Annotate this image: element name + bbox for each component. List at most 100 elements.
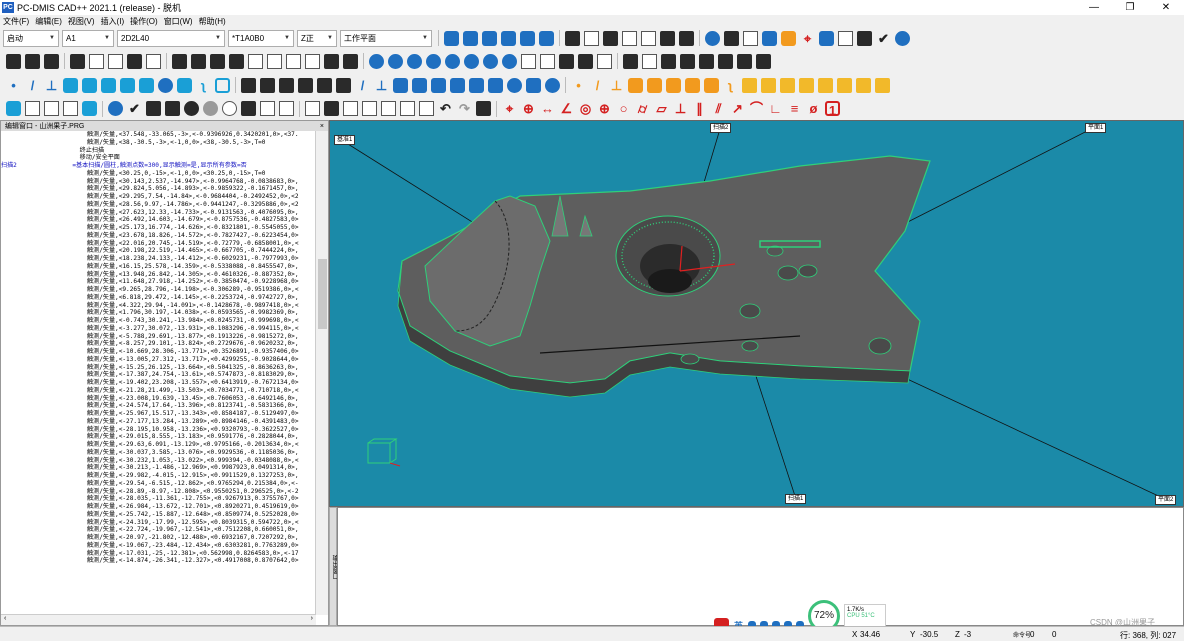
perpendicularity-icon[interactable]: ⊥ <box>673 101 688 116</box>
program-listing[interactable]: 触测/矢量,<37.548,-33.065,-3>,<-0.9396926,0.… <box>1 131 316 615</box>
crosshair-icon[interactable]: ⌖ <box>800 31 815 46</box>
program-line[interactable]: 触测/矢量,<23.678,18.826,-14.572>,<-0.782742… <box>1 232 316 240</box>
horizontal-scrollbar[interactable]: ‹ › <box>1 614 316 625</box>
layer-icon[interactable] <box>597 53 612 69</box>
marker-off-icon[interactable] <box>165 101 180 116</box>
cylinder-yellow-icon[interactable] <box>742 77 757 93</box>
rotate-view-icon[interactable] <box>565 30 580 46</box>
coaxiality-icon[interactable]: ⊕ <box>597 101 612 116</box>
feature-label-scan2[interactable]: 扫描2 <box>710 123 732 133</box>
scroll-right-button[interactable]: › <box>311 615 313 625</box>
breakpoint-icon[interactable] <box>241 101 256 116</box>
concentricity-icon[interactable]: ◎ <box>578 101 593 116</box>
program-line[interactable]: 扫描2 =基本扫描/圆柱,触测点数=300,显示触测=是,显示所有参数=否 <box>1 162 316 170</box>
fit-view-icon[interactable] <box>622 30 637 46</box>
feature-label-plane2[interactable]: 平面2 <box>1155 495 1177 505</box>
program-line[interactable]: 触测/矢量,<6.818,29.472,-14.145>,<-0.2253724… <box>1 294 316 302</box>
output-window-tab[interactable]: 输出窗口 <box>329 507 337 626</box>
total-runout-icon[interactable]: ⫽ <box>711 101 726 116</box>
rectangle-icon[interactable] <box>642 53 657 69</box>
nodes-icon[interactable] <box>279 77 294 93</box>
program-line[interactable]: 触测/矢量,<11.648,27.918,-14.252>,<-0.385047… <box>1 278 316 286</box>
program-line[interactable]: 触测/矢量,<16.15,25.578,-14.359>,<-0.5338088… <box>1 263 316 271</box>
sphere-feature-icon[interactable] <box>464 53 479 69</box>
panel-orange-icon[interactable] <box>666 77 681 93</box>
program-line[interactable]: 移动/安全平面 <box>1 154 316 162</box>
undo-arrow-icon[interactable]: ↶ <box>438 101 453 116</box>
program-line[interactable]: 触测/矢量,<-21.28,21.499,-13.503>,<0.7034771… <box>1 387 316 395</box>
program-line[interactable]: 终止扫描 <box>1 147 316 155</box>
search-box-3-icon[interactable] <box>63 101 78 116</box>
menu-operation[interactable]: 操作(O) <box>127 16 161 27</box>
cylinder-icon[interactable] <box>120 77 135 93</box>
search-box-icon[interactable] <box>25 101 40 116</box>
flow-icon[interactable] <box>317 77 332 93</box>
align-icon[interactable] <box>108 53 123 69</box>
perp-orange-icon[interactable]: ⊥ <box>609 78 624 93</box>
program-line[interactable]: 触测/矢量,<-24.574,17.64,-13.396>,<0.8123741… <box>1 402 316 410</box>
program-line[interactable]: 触测/矢量,<-17.387,24.754,-13.61>,<0.5747873… <box>1 371 316 379</box>
program-line[interactable]: 触测/矢量,<-13.005,27.312,-13.717>,<0.429925… <box>1 356 316 364</box>
program-line[interactable]: 触测/矢量,<-29.982,-4.015,-12.915>,<0.991152… <box>1 472 316 480</box>
filter-icon[interactable] <box>856 77 871 93</box>
person-icon[interactable] <box>336 77 351 93</box>
circularity-icon[interactable]: ○ <box>616 101 631 116</box>
true-position-icon[interactable]: ⊕ <box>521 101 536 116</box>
distance-icon[interactable]: ↔ <box>540 101 555 116</box>
program-line[interactable]: 触测/矢量,<-22.724,-19.967,-12.541>,<0.75122… <box>1 526 316 534</box>
program-line[interactable]: 触测/矢量,<29.824,5.056,-14.893>,<-0.9859322… <box>1 185 316 193</box>
program-line[interactable]: 触测/矢量,<25.173,16.774,-14.626>,<-0.832180… <box>1 224 316 232</box>
play-icon[interactable] <box>895 30 910 46</box>
settings-icon[interactable] <box>660 30 675 46</box>
redo-arrow-icon[interactable]: ↷ <box>457 101 472 116</box>
target-icon[interactable] <box>343 53 358 69</box>
perp-blue-icon[interactable]: ⊥ <box>374 78 389 93</box>
program-line[interactable]: 触测/矢量,<9.265,28.796,-14.198>,<-0.306289,… <box>1 286 316 294</box>
cone-yellow-icon[interactable] <box>761 77 776 93</box>
line-orange-icon[interactable]: / <box>590 78 605 93</box>
sphere-view-icon[interactable] <box>324 53 339 69</box>
scatter-icon[interactable] <box>260 77 275 93</box>
cube-6-icon[interactable] <box>756 53 771 69</box>
window-orange-icon[interactable] <box>685 77 700 93</box>
cube-2-icon[interactable] <box>680 53 695 69</box>
execute-icon[interactable] <box>743 30 758 46</box>
scan-icon[interactable] <box>521 53 536 69</box>
program-line[interactable]: 触测/矢量,<-30.037,3.585,-13.076>,<0.9929536… <box>1 449 316 457</box>
workplane-combo[interactable]: 工作平面 ▼ <box>340 29 432 47</box>
machine-icon[interactable] <box>724 30 739 46</box>
program-line[interactable]: 触测/矢量,<26.492,14.603,-14.679>,<-0.875753… <box>1 216 316 224</box>
hit-icon[interactable] <box>6 53 21 69</box>
round-box-icon[interactable] <box>412 77 427 93</box>
door-icon[interactable] <box>488 77 503 93</box>
cylinder-feature-icon[interactable] <box>445 53 460 69</box>
probe-tip-icon[interactable] <box>241 77 256 93</box>
ellipse-feature-icon[interactable] <box>407 53 422 69</box>
alignment-combo[interactable]: A1 ▼ <box>62 29 114 47</box>
graph-icon[interactable] <box>857 30 872 46</box>
new-file-icon[interactable] <box>444 30 459 46</box>
program-line[interactable]: 触测/矢量,<-30.213,-1.486,-12.969>,<0.998792… <box>1 464 316 472</box>
menu-insert[interactable]: 插入(I) <box>98 16 128 27</box>
datum-icon[interactable]: 1 <box>825 101 840 118</box>
feature-label-scan1[interactable]: 扫描1 <box>785 494 807 504</box>
program-line[interactable]: 触测/矢量,<37.548,-33.065,-3>,<-0.9396926,0.… <box>1 131 316 139</box>
profile-surface-icon[interactable]: ∟ <box>768 101 783 116</box>
plane-feature-icon[interactable] <box>483 53 498 69</box>
graphics-display-window[interactable]: 基准1 扫描2 平面1 扫描1 平面2 <box>329 120 1184 507</box>
cone-icon[interactable] <box>139 77 154 93</box>
slot-feature-icon[interactable] <box>502 53 517 69</box>
menu-file[interactable]: 文件(F) <box>0 16 32 27</box>
line-blue-icon[interactable]: / <box>355 78 370 93</box>
rect-slot-icon[interactable] <box>101 77 116 93</box>
marker-icon[interactable] <box>172 53 187 69</box>
program-line[interactable]: 触测/矢量,<-10.669,28.306,-13.771>,<0.352689… <box>1 348 316 356</box>
text-box-icon[interactable] <box>305 101 320 116</box>
program-line[interactable]: 触测/矢量,<-20.97,-21.802,-12.488>,<0.693216… <box>1 534 316 542</box>
bookmark-2-icon[interactable] <box>279 101 294 116</box>
undo-icon[interactable] <box>44 53 59 69</box>
zoom-window-icon[interactable] <box>305 53 320 69</box>
cube-1-icon[interactable] <box>661 53 676 69</box>
skip-icon[interactable] <box>203 101 218 116</box>
program-line[interactable]: 触测/矢量,<-25.967,15.517,-13.343>,<0.858418… <box>1 410 316 418</box>
